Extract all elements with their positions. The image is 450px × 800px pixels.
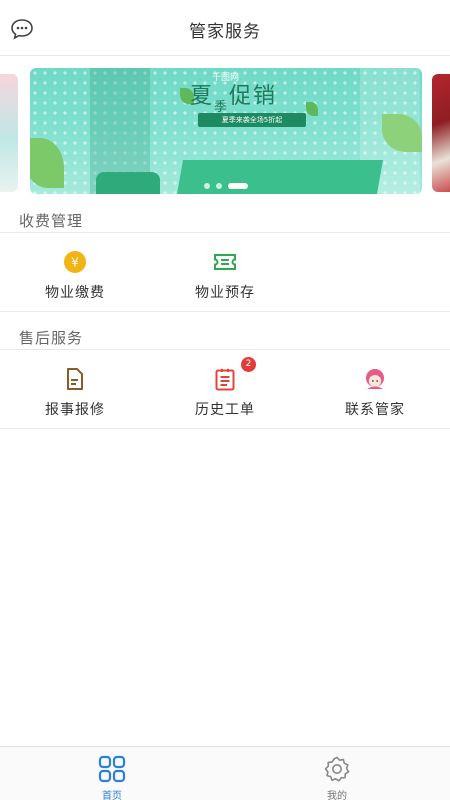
report-repair-button[interactable]: 报事报修	[0, 367, 150, 427]
property-prepay-button[interactable]: 物业预存	[150, 250, 300, 310]
section-title-after-sales: 售后服务	[19, 329, 84, 347]
divider	[0, 428, 450, 429]
contact-butler-button[interactable]: 联系管家	[300, 367, 450, 427]
carousel-indicator[interactable]	[216, 183, 222, 189]
carousel-indicator-active[interactable]	[228, 183, 248, 189]
banner-prev-slide[interactable]	[0, 74, 18, 192]
banner-promo-text: 夏季来袭全场5折起	[198, 113, 306, 127]
banner-slide-summer-sale[interactable]: 千图网 夏季促销 夏季来袭全场5折起	[30, 68, 422, 194]
tab-label: 我的	[327, 791, 347, 800]
divider	[0, 349, 450, 350]
tab-label: 首页	[102, 791, 122, 800]
banner-stage	[177, 160, 383, 194]
carousel-indicator[interactable]	[204, 183, 210, 189]
yen-coin-icon: ¥	[63, 250, 87, 274]
top-header: 管家服务	[0, 0, 450, 56]
leaf-decoration	[306, 102, 318, 116]
section-title-billing: 收费管理	[19, 212, 84, 230]
tab-mine[interactable]: 我的	[297, 753, 377, 800]
item-label: 联系管家	[345, 402, 405, 418]
gear-icon	[323, 755, 351, 783]
banner-carousel[interactable]: 千图网 夏季促销 夏季来袭全场5折起	[0, 56, 450, 206]
history-work-orders-button[interactable]: 2 历史工单	[150, 357, 300, 427]
page-title: 管家服务	[189, 22, 261, 42]
divider	[0, 311, 450, 312]
item-label: 物业预存	[195, 285, 255, 301]
notification-badge: 2	[241, 357, 256, 372]
document-icon	[63, 367, 87, 391]
item-label: 历史工单	[195, 402, 255, 418]
item-label: 报事报修	[45, 402, 105, 418]
property-fee-payment-button[interactable]: ¥ 物业缴费	[0, 250, 150, 310]
banner-cylinder	[96, 172, 160, 194]
support-agent-icon	[363, 367, 387, 391]
banner-next-slide[interactable]	[432, 74, 450, 192]
ticket-icon	[213, 250, 237, 274]
divider	[0, 232, 450, 233]
app-screen: 管家服务 千图网 夏季促销 夏季来袭全场5折起 收费管理 ¥ 物业缴费 物业预存…	[0, 0, 450, 800]
grid-home-icon	[98, 755, 126, 783]
banner-headline: 夏季促销	[190, 84, 278, 115]
tab-home[interactable]: 首页	[72, 753, 152, 800]
svg-text:¥: ¥	[71, 256, 79, 270]
bottom-tab-bar: 首页 我的	[0, 746, 450, 800]
clipboard-list-icon	[213, 367, 237, 391]
item-label: 物业缴费	[45, 285, 105, 301]
